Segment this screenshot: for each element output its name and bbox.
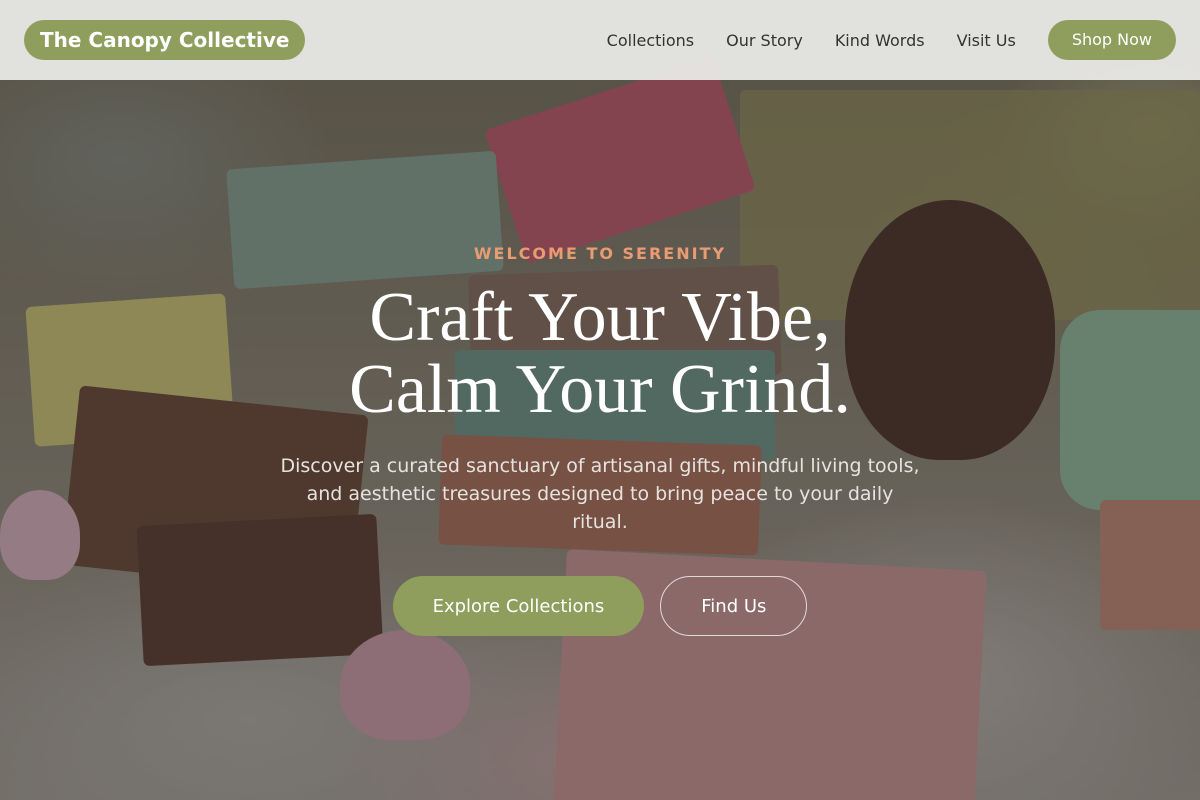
hero-subtext: Discover a curated sanctuary of artisana… <box>280 455 920 533</box>
hero-eyebrow: WELCOME TO SERENITY <box>473 244 727 263</box>
site-header: The Canopy Collective Collections Our St… <box>0 0 1200 80</box>
hero-headline-line-1: Craft Your Vibe, <box>369 279 831 356</box>
hero-section: WELCOME TO SERENITY Craft Your Vibe, Cal… <box>0 80 1200 800</box>
shop-now-button[interactable]: Shop Now <box>1047 20 1176 60</box>
find-us-button[interactable]: Find Us <box>660 576 808 636</box>
hero-headline-line-2: Calm Your Grind. <box>349 351 851 428</box>
nav-link-kind-words[interactable]: Kind Words <box>835 31 925 50</box>
hero-headline: Craft Your Vibe, Calm Your Grind. <box>0 282 1200 426</box>
explore-collections-button[interactable]: Explore Collections <box>392 576 645 636</box>
nav-link-visit-us[interactable]: Visit Us <box>957 31 1016 50</box>
hero-cta-row: Explore Collections Find Us <box>0 576 1200 636</box>
main-nav: Collections Our Story Kind Words Visit U… <box>607 20 1176 60</box>
brand-logo[interactable]: The Canopy Collective <box>24 20 306 60</box>
nav-link-our-story[interactable]: Our Story <box>726 31 803 50</box>
nav-link-collections[interactable]: Collections <box>607 31 694 50</box>
